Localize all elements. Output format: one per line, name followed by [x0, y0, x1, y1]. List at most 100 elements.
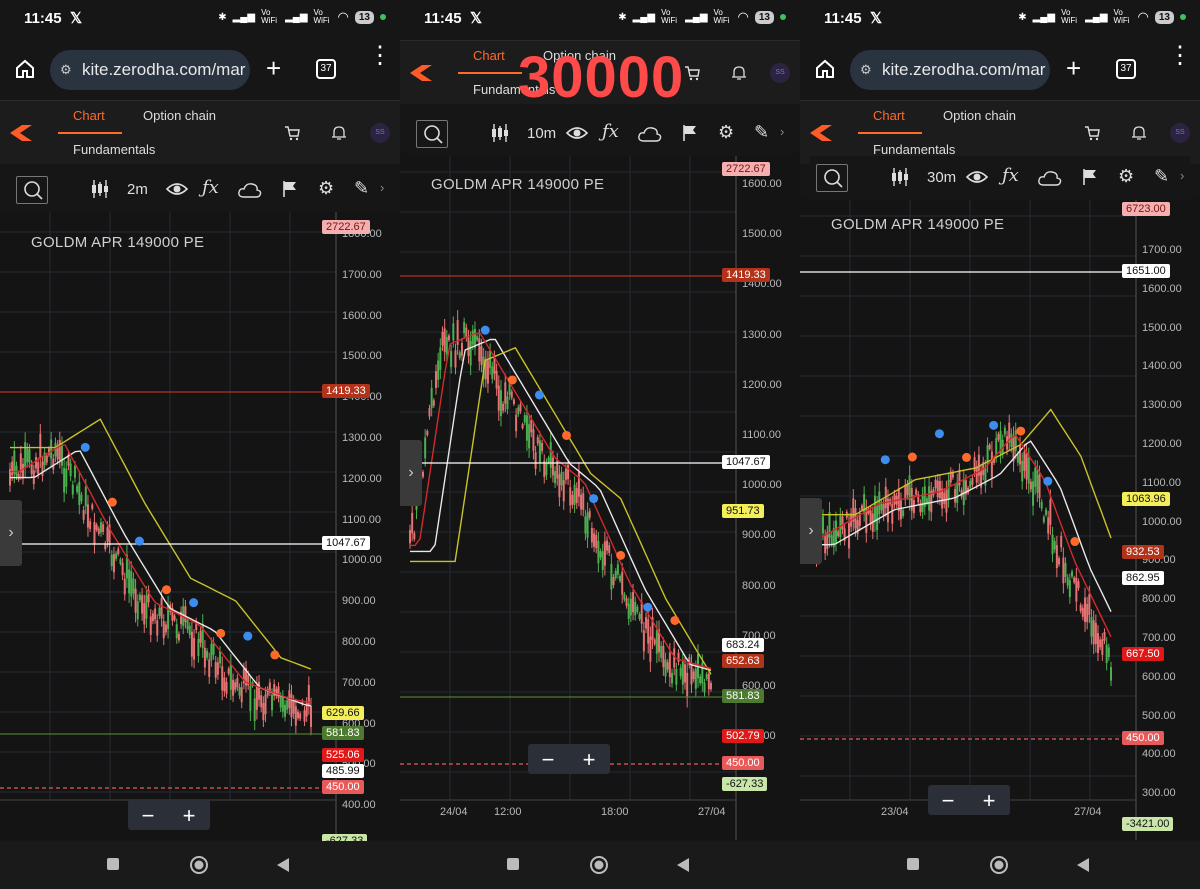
home-icon[interactable] — [814, 58, 836, 80]
tab-fundamentals[interactable]: Fundamentals — [73, 142, 155, 157]
search-icon[interactable] — [816, 164, 848, 192]
home-button-icon[interactable] — [189, 855, 209, 880]
cart-icon[interactable] — [284, 125, 300, 141]
indicators-fx-icon[interactable]: ƒx — [1002, 165, 1019, 186]
settings-gear-icon[interactable]: ⚙ — [318, 178, 334, 199]
tab-chart[interactable]: Chart — [473, 48, 505, 63]
tab-switcher-button[interactable]: 37 — [1116, 59, 1136, 79]
candle-body — [208, 659, 211, 677]
toolbar-more-chevron-icon[interactable]: › — [780, 124, 784, 139]
tab-option-chain[interactable]: Option chain — [143, 108, 216, 123]
side-panel-handle[interactable]: › — [800, 498, 822, 564]
candle-body — [227, 668, 230, 674]
chart-area[interactable]: 1700.00 1600.00 1500.00 1400.00 1300.00 1200.… — [800, 196, 1200, 840]
avatar[interactable]: SS — [770, 63, 790, 83]
tab-option-chain[interactable]: Option chain — [943, 108, 1016, 123]
home-button-icon[interactable] — [989, 855, 1009, 880]
side-panel-handle[interactable]: › — [0, 500, 22, 566]
y-axis-tick-label: 800.00 — [742, 579, 776, 592]
candle-body — [988, 444, 991, 450]
zoom-controls: − + — [528, 744, 610, 774]
tab-switcher-button[interactable]: 37 — [316, 59, 336, 79]
back-button-icon[interactable] — [1076, 857, 1090, 878]
new-tab-button[interactable]: + — [1066, 55, 1081, 81]
site-settings-icon[interactable]: ⚙ — [860, 62, 872, 78]
recents-button-icon[interactable] — [906, 857, 920, 876]
home-icon[interactable] — [14, 58, 36, 80]
candle-body — [519, 404, 522, 412]
kite-logo-icon[interactable] — [410, 65, 434, 81]
zoom-in-button[interactable]: + — [169, 803, 209, 829]
search-icon[interactable] — [16, 176, 48, 204]
zoom-in-button[interactable]: + — [569, 747, 609, 773]
zoom-in-button[interactable]: + — [969, 788, 1009, 814]
indicators-fx-icon[interactable]: ƒx — [602, 121, 619, 142]
chart-area[interactable]: 1600.00 1500.00 1400.00 1300.00 1200.00 1100.… — [400, 152, 800, 840]
url-field[interactable]: ⚙ kite.zerodha.com/mar — [850, 50, 1050, 90]
interval-selector[interactable]: 30m — [927, 169, 956, 186]
notification-bell-icon[interactable] — [332, 125, 346, 141]
interval-selector[interactable]: 10m — [527, 125, 556, 142]
recents-button-icon[interactable] — [506, 857, 520, 876]
new-tab-button[interactable]: + — [266, 55, 281, 81]
toolbar-more-chevron-icon[interactable]: › — [1180, 168, 1184, 183]
site-settings-icon[interactable]: ⚙ — [60, 62, 72, 78]
visibility-eye-icon[interactable] — [965, 168, 989, 190]
cart-icon[interactable] — [684, 65, 700, 81]
kite-logo-icon[interactable] — [810, 125, 834, 141]
candle-body — [134, 588, 137, 613]
back-button-icon[interactable] — [276, 857, 290, 878]
indicators-fx-icon[interactable]: ƒx — [202, 177, 219, 198]
zoom-out-button[interactable]: − — [128, 803, 168, 829]
candle-body — [184, 606, 187, 623]
cloud-icon[interactable] — [1038, 170, 1062, 190]
url-field[interactable]: ⚙ kite.zerodha.com/mar — [50, 50, 250, 90]
candle-body — [910, 488, 913, 511]
chart-area[interactable]: 1800.001700.001600.001500.001400.001300.… — [0, 212, 400, 848]
candle-body — [188, 625, 191, 635]
settings-gear-icon[interactable]: ⚙ — [718, 122, 734, 143]
drawing-pen-icon[interactable]: ✎ — [1154, 166, 1169, 187]
flag-icon[interactable] — [682, 124, 698, 146]
drawing-pen-icon[interactable]: ✎ — [754, 122, 769, 143]
cloud-icon[interactable] — [238, 182, 262, 202]
candle-body — [206, 650, 209, 658]
zoom-out-button[interactable]: − — [928, 788, 968, 814]
back-button-icon[interactable] — [676, 857, 690, 878]
flag-icon[interactable] — [1082, 168, 1098, 190]
candlestick-icon[interactable] — [90, 180, 110, 202]
kite-logo-icon[interactable] — [10, 125, 34, 141]
side-panel-handle[interactable]: › — [400, 440, 422, 506]
toolbar-more-chevron-icon[interactable]: › — [380, 180, 384, 195]
candlestick-icon[interactable] — [490, 124, 510, 146]
drawing-pen-icon[interactable]: ✎ — [354, 178, 369, 199]
home-button-icon[interactable] — [589, 855, 609, 880]
avatar[interactable]: SS — [1170, 123, 1190, 143]
settings-gear-icon[interactable]: ⚙ — [1118, 166, 1134, 187]
visibility-eye-icon[interactable] — [565, 124, 589, 146]
browser-menu-icon[interactable]: ⋮ — [1168, 44, 1192, 68]
tab-chart[interactable]: Chart — [873, 108, 905, 123]
flag-icon[interactable] — [282, 180, 298, 202]
battery-icon: 13 — [754, 10, 774, 24]
candle-body — [584, 516, 587, 534]
cart-icon[interactable] — [1084, 125, 1100, 141]
notification-bell-icon[interactable] — [732, 65, 746, 81]
price-chart-canvas[interactable] — [0, 212, 400, 840]
cloud-icon[interactable] — [638, 126, 662, 146]
interval-selector[interactable]: 2m — [127, 181, 148, 198]
candlestick-icon[interactable] — [890, 168, 910, 190]
notification-bell-icon[interactable] — [1132, 125, 1146, 141]
tab-fundamentals[interactable]: Fundamentals — [873, 142, 955, 157]
recents-button-icon[interactable] — [106, 857, 120, 876]
candle-body — [1103, 631, 1106, 641]
signal-marker — [880, 455, 890, 465]
browser-menu-icon[interactable]: ⋮ — [368, 44, 392, 68]
y-axis-tick-label: 700.00 — [342, 676, 376, 689]
avatar[interactable]: SS — [370, 123, 390, 143]
visibility-eye-icon[interactable] — [165, 180, 189, 202]
zoom-out-button[interactable]: − — [528, 747, 568, 773]
status-bar: 11:45 𝕏 ✱ ▂▄▆ Vo WiFi ▂▄▆ Vo WiFi ◠ 13 — [400, 0, 800, 38]
search-icon[interactable] — [416, 120, 448, 148]
tab-chart[interactable]: Chart — [73, 108, 105, 123]
